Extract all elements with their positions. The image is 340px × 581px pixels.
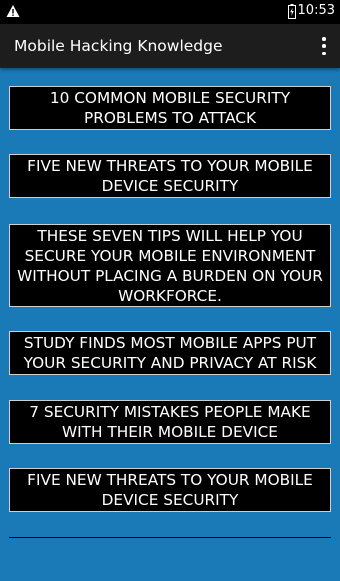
article-item[interactable]: FIVE NEW THREATS TO YOUR MOBILE DEVICE S… <box>9 468 331 512</box>
article-title: STUDY FINDS MOST MOBILE APPS PUT YOUR SE… <box>23 334 317 372</box>
status-clock: 10:53 <box>297 3 335 18</box>
article-item[interactable]: FIVE NEW THREATS TO YOUR MOBILE DEVICE S… <box>9 154 331 198</box>
app-bar: Mobile Hacking Knowledge <box>0 24 340 68</box>
article-title: FIVE NEW THREATS TO YOUR MOBILE DEVICE S… <box>27 157 313 195</box>
battery-charging-icon <box>288 4 296 19</box>
article-list: 10 COMMON MOBILE SECURITY PROBLEMS TO AT… <box>0 68 340 581</box>
article-title: FIVE NEW THREATS TO YOUR MOBILE DEVICE S… <box>27 471 313 509</box>
overflow-menu-icon[interactable] <box>320 37 328 55</box>
app-title: Mobile Hacking Knowledge <box>14 37 223 55</box>
article-item[interactable]: STUDY FINDS MOST MOBILE APPS PUT YOUR SE… <box>9 331 331 375</box>
article-title: THESE SEVEN TIPS WILL HELP YOU SECURE YO… <box>17 226 323 305</box>
article-item[interactable]: 10 COMMON MOBILE SECURITY PROBLEMS TO AT… <box>9 86 331 130</box>
article-title: 10 COMMON MOBILE SECURITY PROBLEMS TO AT… <box>49 89 291 127</box>
article-title: 7 SECURITY MISTAKES PEOPLE MAKE WITH THE… <box>29 403 311 441</box>
article-item[interactable]: 7 SECURITY MISTAKES PEOPLE MAKE WITH THE… <box>9 400 331 444</box>
warning-icon <box>6 5 20 17</box>
article-item[interactable]: THESE SEVEN TIPS WILL HELP YOU SECURE YO… <box>9 224 331 307</box>
status-bar: 10:53 <box>0 0 340 24</box>
list-divider <box>9 537 331 538</box>
